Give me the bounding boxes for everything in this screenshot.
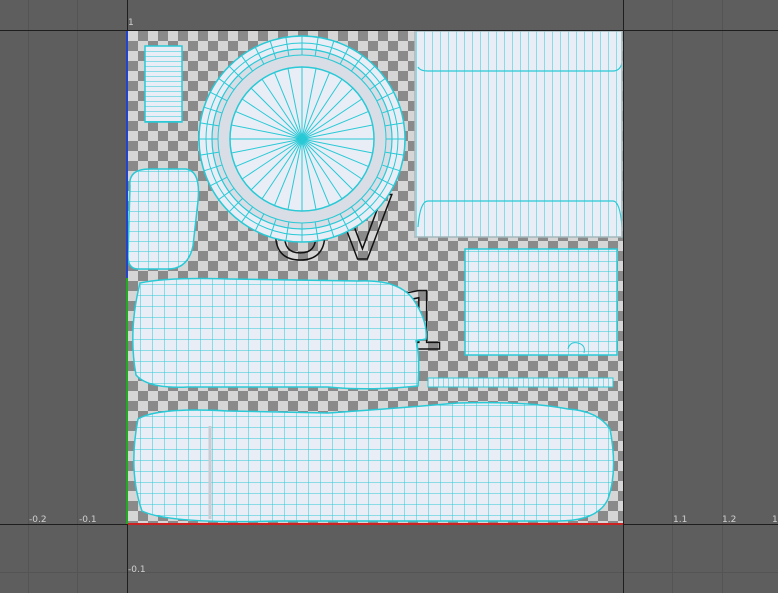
u-tick-label: 1.2	[722, 515, 737, 525]
v-tick-label: 1	[128, 18, 134, 28]
uv-shell-mid-grid[interactable]	[464, 248, 618, 356]
grid-line	[722, 0, 723, 593]
uv-texture-tile[interactable]: UV 1	[128, 31, 623, 524]
grid-line	[672, 0, 673, 593]
u-one-line	[623, 0, 624, 593]
uv-shell-large-grid[interactable]	[414, 31, 623, 238]
uv-shell-body-strip[interactable]	[132, 277, 427, 390]
u-tick-label: -0.1	[79, 515, 97, 525]
grid-line	[77, 0, 78, 593]
u-axis-indicator	[128, 523, 623, 525]
v-tick-label: -0.1	[128, 565, 146, 575]
uv-shell-cap-disc[interactable]	[229, 66, 375, 212]
v-axis-indicator	[126, 31, 128, 278]
uv-shell-bottom-body[interactable]	[133, 401, 615, 523]
uv-shell-rounded-small[interactable]	[128, 168, 200, 270]
u-tick-label: 1.1	[673, 515, 688, 525]
uv-shell-small-rect[interactable]	[144, 45, 183, 123]
uv-editor-viewport[interactable]: UV 1	[0, 0, 778, 593]
grid-line	[28, 0, 29, 593]
u-tick-label: 1	[772, 515, 778, 525]
u-tick-label: -0.2	[29, 515, 47, 525]
uv-shells-layer[interactable]: UV 1	[128, 31, 623, 524]
v-axis-indicator-lower	[126, 278, 128, 524]
uv-shell-thin-strip[interactable]	[427, 377, 614, 388]
grid-line	[0, 572, 778, 573]
